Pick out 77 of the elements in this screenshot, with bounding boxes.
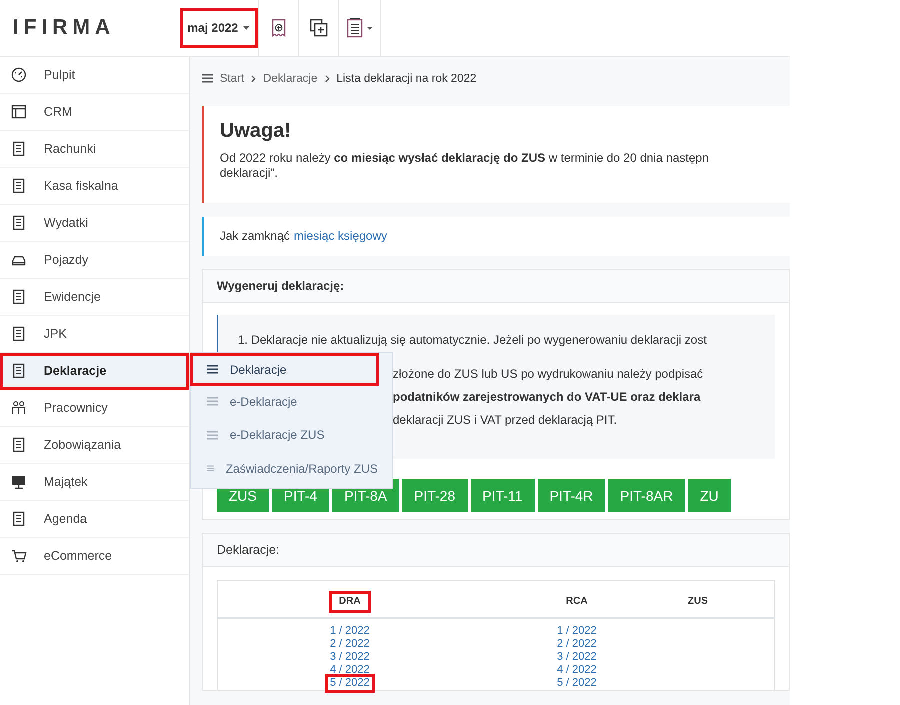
submenu-label: e-Deklaracje <box>230 394 298 409</box>
submenu-item[interactable]: e-Deklaracje ZUS <box>191 418 378 452</box>
list-icon <box>207 365 218 374</box>
sidebar-label: JPK <box>44 327 67 341</box>
sidebar-label: Agenda <box>44 512 88 526</box>
sidebar-item[interactable]: Ewidencje <box>0 279 189 316</box>
sidebar-item[interactable]: Kasa fiskalna <box>0 168 189 205</box>
window-icon <box>11 104 27 120</box>
declaration-button[interactable]: ZU <box>688 479 731 512</box>
submenu-label: Zaświadczenia/Raporty ZUS <box>226 462 378 476</box>
sidebar-label: Pojazdy <box>44 253 88 267</box>
period-link[interactable]: 5 / 2022 <box>325 674 375 693</box>
sidebar-item[interactable]: CRM <box>0 94 189 131</box>
list-icon <box>207 430 218 440</box>
menu-icon[interactable] <box>202 74 213 83</box>
note-text: deklaracji ZUS i VAT przed deklaracją PIT. <box>393 413 618 427</box>
info-link[interactable]: miesiąc księgowy <box>294 229 388 243</box>
note-text: podatników zarejestrowanych do VAT-UE oraz deklara <box>393 390 702 404</box>
sidebar-label: CRM <box>44 105 72 119</box>
sidebar-item[interactable]: Zobowiązania <box>0 427 189 464</box>
list-icon <box>207 464 214 474</box>
sidebar-label: eCommerce <box>44 549 112 563</box>
people-icon <box>11 400 27 416</box>
sidebar-label: Majątek <box>44 475 88 489</box>
sidebar-item[interactable]: Pracownicy <box>0 390 189 427</box>
declaration-button[interactable]: PIT-11 <box>470 479 535 512</box>
breadcrumb-link[interactable]: Deklaracje <box>263 72 318 84</box>
chevron-icon <box>251 74 256 82</box>
chevron-icon <box>324 74 330 82</box>
sidebar-label: Deklaracje <box>44 364 107 378</box>
sidebar-item[interactable]: Pulpit <box>0 57 189 94</box>
sidebar-label: Rachunki <box>44 142 96 156</box>
column-header: DRA <box>329 591 371 613</box>
notice-text: Od 2022 roku należy co miesiąc wysłać deklarację do ZUS w terminie do 20 dnia następn <box>220 151 710 166</box>
sidebar-item[interactable]: eCommerce <box>0 538 189 575</box>
note-text: złożone do ZUS lub US po wydrukowaniu należy podpisać <box>393 367 704 381</box>
column-header: RCA <box>565 595 589 609</box>
submenu-label: e-Deklaracje ZUS <box>230 428 325 442</box>
info-text: Jak zamknąć <box>220 229 290 243</box>
sidebar-item[interactable]: Deklaracje <box>0 353 189 390</box>
sidebar-item[interactable]: Majątek <box>0 464 189 501</box>
declaration-button[interactable]: PIT-8AR <box>608 479 686 512</box>
gauge-icon <box>11 67 27 83</box>
month-dropdown[interactable]: maj 2022 <box>180 8 258 48</box>
panel-title: Wygeneruj deklarację: <box>217 279 344 293</box>
sidebar-label: Pracownicy <box>44 401 108 415</box>
column-header: ZUS <box>687 595 709 609</box>
sidebar-item[interactable]: Wydatki <box>0 205 189 242</box>
cart-icon <box>11 548 27 564</box>
receipt-plus-icon[interactable] <box>272 19 286 37</box>
list-icon <box>207 397 218 406</box>
declaration-button[interactable]: PIT-28 <box>402 479 468 512</box>
sidebar-label: Pulpit <box>44 68 76 82</box>
submenu-item[interactable]: Deklaracje <box>191 354 378 385</box>
copy-add-icon[interactable] <box>310 19 328 37</box>
sidebar-item[interactable]: Rachunki <box>0 131 189 168</box>
breadcrumb-current: Lista deklaracji na rok 2022 <box>336 72 477 84</box>
sidebar-label: Ewidencje <box>44 290 101 304</box>
caret-icon <box>243 26 250 30</box>
sidebar-label: Wydatki <box>44 216 88 230</box>
document-icon <box>11 289 27 305</box>
sidebar-label: Kasa fiskalna <box>44 179 118 193</box>
logo: IFIRMA <box>13 15 116 41</box>
declaration-button[interactable]: PIT-4R <box>538 479 606 512</box>
panel-title: Deklaracje: <box>217 543 280 557</box>
sidebar-item[interactable]: Agenda <box>0 501 189 538</box>
breadcrumb-link[interactable]: Start <box>220 72 244 84</box>
notice-text: deklaracji”. <box>220 166 280 181</box>
document-list-icon[interactable] <box>346 18 372 38</box>
notice-title: Uwaga! <box>220 120 292 143</box>
submenu-label: Deklaracje <box>230 362 287 376</box>
submenu-item[interactable]: e-Deklaracje <box>191 385 378 418</box>
note-text: 1. Deklaracje nie aktualizują się automatycznie. Jeżeli po wygenerowaniu deklaracji zost <box>238 333 708 347</box>
sidebar-label: Zobowiązania <box>44 438 122 452</box>
monitor-icon <box>11 474 27 490</box>
sidebar-item[interactable]: Pojazdy <box>0 242 189 279</box>
period-link[interactable]: 5 / 2022 <box>552 674 602 693</box>
